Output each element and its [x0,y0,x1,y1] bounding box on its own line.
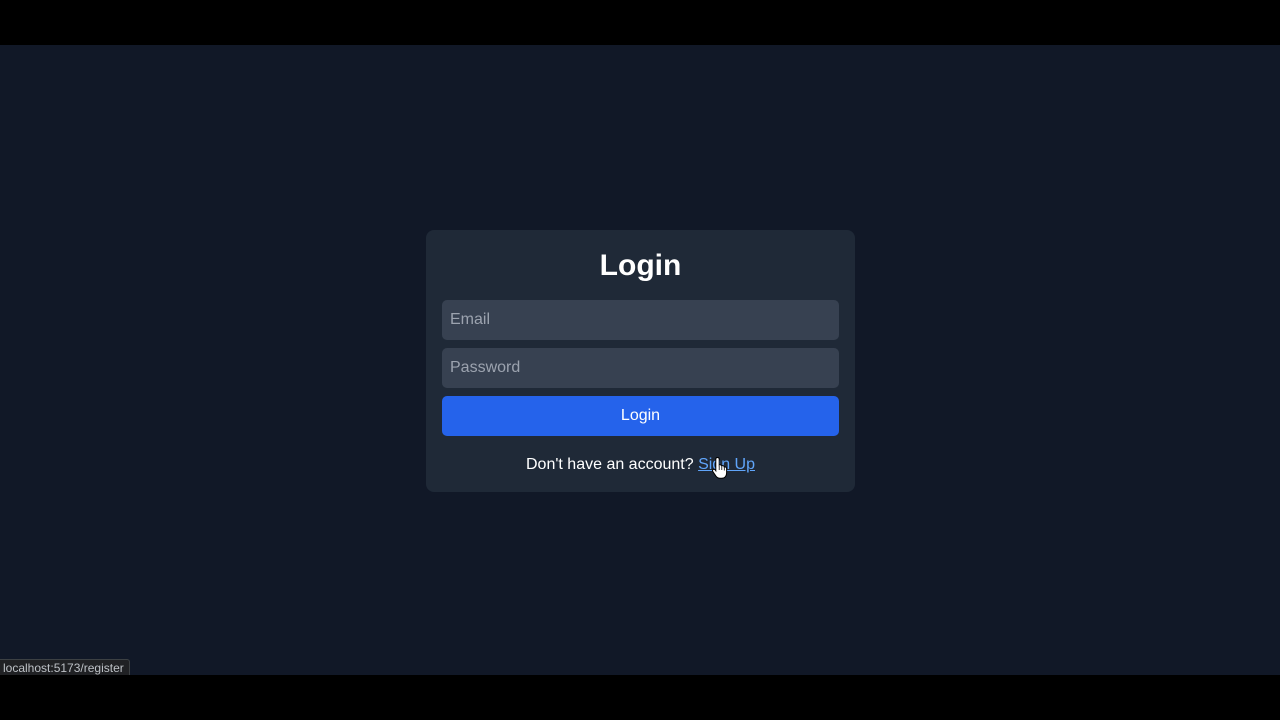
page-viewport: Login Login Don't have an account? Sign … [0,45,1280,675]
login-title: Login [599,249,682,282]
password-input[interactable] [442,348,839,388]
login-card: Login Login Don't have an account? Sign … [426,230,855,492]
email-input[interactable] [442,300,839,340]
login-button[interactable]: Login [442,396,839,436]
browser-top-bar [0,0,1280,45]
status-bar-url: localhost:5173/register [0,659,130,675]
signup-prompt: Don't have an account? [526,456,694,473]
signup-row: Don't have an account? Sign Up [442,455,839,475]
browser-bottom-bar [0,675,1280,720]
hand-pointer-icon [712,456,728,479]
